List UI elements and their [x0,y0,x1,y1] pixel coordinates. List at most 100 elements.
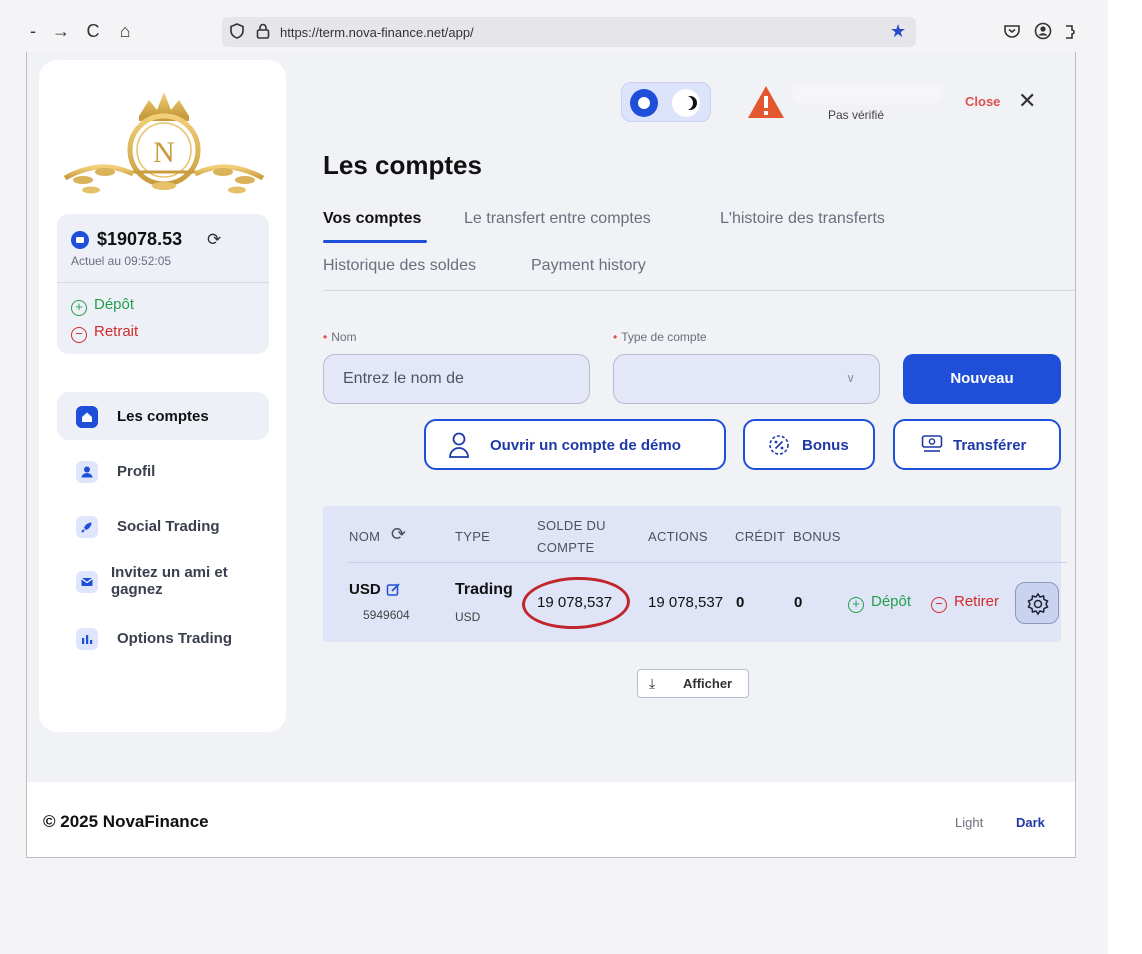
withdraw-label: Retrait [94,323,139,340]
verification-status: Pas vérifié [828,108,885,122]
account-credit: 0 [736,594,745,611]
row-withdraw-button[interactable]: − Retirer [931,593,999,613]
divider [347,562,1067,563]
transfer-button[interactable]: Transférer [893,419,1061,470]
bonus-button[interactable]: Bonus [743,419,875,470]
edit-icon[interactable] [386,582,401,597]
download-icon: ⤓ [649,675,656,691]
red-annotation-circle [521,575,631,631]
column-header-bonus: BONUS [793,529,841,544]
refresh-icon[interactable]: ⟳ [207,230,221,250]
column-header-balance-line2: COMPTE [537,540,595,555]
chevron-down-icon: ∨ [846,371,855,385]
account-type-select[interactable]: ∨ [613,354,880,404]
redacted-username [792,84,942,104]
light-theme-link[interactable]: Light [955,815,983,830]
account-bonus: 0 [794,594,803,611]
percent-badge-icon [769,435,789,455]
deposit-label: Dépôt [94,296,135,313]
divider [57,282,269,283]
sidebar-item-invite-friend[interactable]: Invitez un ami et gagnez [57,557,269,605]
column-header-name: NOM [349,529,381,544]
deposit-link[interactable]: + Dépôt [71,296,134,316]
account-settings-button[interactable] [1015,582,1059,624]
footer: © 2025 NovaFinance Light Dark [27,782,1075,857]
tab-payment-history[interactable]: Payment history [531,257,646,275]
balance-amount: $19078.53 [97,229,183,249]
plus-circle-icon: + [848,597,864,613]
withdraw-link[interactable]: − Retrait [71,323,138,343]
account-type-currency: USD [455,610,481,624]
home-button[interactable]: ⌂ [114,20,136,42]
url-text[interactable]: https://term.nova-finance.net/app/ [280,25,474,40]
mail-icon [76,571,98,593]
tab-transfer-history[interactable]: L'histoire des transferts [720,210,885,228]
app-page: N $19078.53 ⟳ Actuel au 09:52:05 + Dépôt … [26,52,1076,858]
accounts-table: NOM ⟳ TYPE SOLDE DU COMPTE ACTIONS CRÉDI… [323,506,1067,642]
column-header-credit: CRÉDIT [735,529,786,544]
lock-icon[interactable] [254,22,272,40]
column-header-type: TYPE [455,529,491,544]
sidebar-item-profile[interactable]: Profil [57,447,269,495]
gear-icon [1027,592,1049,616]
user-icon [76,461,98,483]
account-actions-value: 19 078,537 [648,594,724,611]
sidebar-item-social-trading[interactable]: Social Trading [57,502,269,550]
brand-logo: N [63,92,265,194]
sidebar-item-label: Les comptes [117,408,209,425]
column-header-balance-line1: SOLDE DU [537,518,606,533]
sidebar-item-accounts[interactable]: Les comptes [57,392,269,440]
home-icon [76,406,98,428]
extensions-icon[interactable] [1064,21,1076,41]
sidebar-item-options-trading[interactable]: Options Trading [57,614,269,662]
copyright-text: © 2025 NovaFinance [43,812,209,831]
pocket-icon[interactable] [1002,21,1022,41]
open-demo-account-button[interactable]: Ouvrir un compte de démo [424,419,726,470]
bookmark-star-icon[interactable]: ★ [890,21,906,42]
account-icon[interactable] [1033,21,1053,41]
tab-balance-history[interactable]: Historique des soldes [323,257,476,275]
bar-chart-icon [76,628,98,650]
tab-your-accounts[interactable]: Vos comptes [323,210,421,228]
show-button[interactable]: ⤓ Afficher [637,669,749,698]
theme-toggle[interactable] [621,82,711,122]
shield-icon[interactable] [228,22,246,40]
right-margin [1108,0,1142,954]
user-outline-icon [449,432,469,458]
sun-icon[interactable] [630,89,658,117]
page-title: Les comptes [323,150,482,180]
divider [323,290,1075,291]
account-currency: USD [349,581,381,598]
close-icon[interactable]: ✕ [1018,88,1036,114]
plus-circle-icon: + [71,300,87,316]
tab-transfer-between-accounts[interactable]: Le transfert entre comptes [464,210,651,228]
svg-text:N: N [153,136,175,169]
active-tab-indicator [323,240,427,243]
sidebar-item-label: Options Trading [117,630,232,647]
account-number: 5949604 [363,608,410,622]
sidebar-item-label: Profil [117,463,156,480]
balance-card: $19078.53 ⟳ Actuel au 09:52:05 + Dépôt − R… [57,214,269,354]
minus-circle-icon: − [931,597,947,613]
minus-circle-icon: − [71,327,87,343]
account-name-input[interactable] [323,354,590,404]
new-account-button[interactable]: Nouveau [903,354,1061,404]
name-field-label: • Nom [323,330,357,344]
column-header-actions: ACTIONS [648,529,708,544]
reload-button[interactable]: C [82,20,104,42]
moon-icon[interactable] [672,89,700,117]
rocket-icon [76,516,98,538]
sidebar-item-label: Invitez un ami et gagnez [111,564,228,598]
dark-theme-link[interactable]: Dark [1016,815,1045,830]
row-deposit-button[interactable]: + Dépôt [848,593,911,613]
close-button[interactable]: Close [965,94,1000,109]
wallet-icon [71,231,89,249]
sidebar: N $19078.53 ⟳ Actuel au 09:52:05 + Dépôt … [39,60,286,732]
sidebar-item-label: Social Trading [117,518,220,535]
refresh-icon[interactable]: ⟳ [391,524,406,545]
account-type: Trading [455,581,513,598]
forward-button[interactable]: → [50,20,72,42]
back-button[interactable]: - [22,20,44,42]
money-transfer-icon [921,435,943,452]
warning-icon [748,86,784,118]
